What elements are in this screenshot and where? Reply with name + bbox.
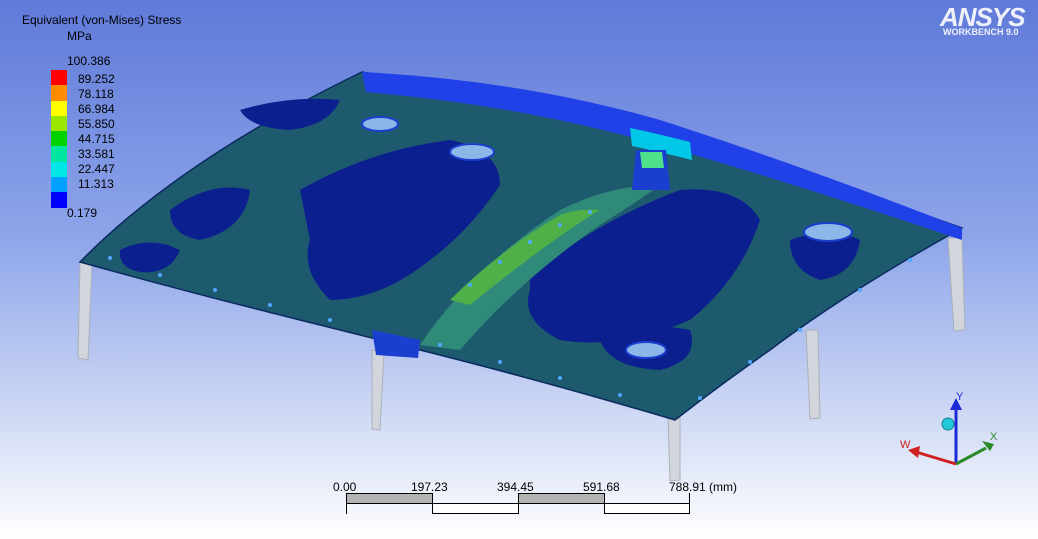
legend-level-label: 11.313 [78, 177, 114, 191]
legend-level-label: 78.118 [78, 87, 114, 101]
axis-triad[interactable]: Y X W [890, 388, 1010, 478]
legend-title: Equivalent (von-Mises) Stress [22, 13, 182, 27]
scale-segment [432, 503, 519, 514]
legend-swatch [51, 85, 67, 101]
scale-ruler [346, 493, 690, 514]
x-axis-arrow [955, 446, 987, 466]
legend-swatch [51, 161, 67, 178]
legend-swatch [51, 70, 67, 86]
x-axis-label: X [990, 431, 998, 443]
scale-tick-label: 197.23 [411, 480, 448, 494]
legend-level-label: 66.984 [78, 102, 115, 116]
legend-level-label: 44.715 [78, 132, 115, 146]
3d-viewport[interactable]: Equivalent (von-Mises) Stress MPa 100.38… [0, 0, 1038, 539]
legend-color-bar [51, 70, 67, 208]
scale-segment [518, 493, 605, 504]
support-post [371, 349, 385, 431]
scale-tick-label: 788.91 (mm) [669, 480, 738, 494]
legend-swatch [51, 100, 67, 116]
legend-level-label: 22.447 [78, 162, 115, 176]
legend-level-label: 89.252 [78, 72, 115, 86]
legend-max-value: 100.386 [67, 54, 111, 68]
scale-segment [346, 493, 433, 504]
bracket-hotspot [640, 152, 664, 168]
legend-min-value: 0.179 [67, 206, 98, 220]
scale-tick-label: 394.45 [497, 480, 534, 494]
legend-swatch [51, 177, 67, 193]
legend-unit: MPa [67, 29, 92, 43]
legend-swatch [51, 146, 67, 162]
support-post [947, 237, 966, 332]
support-post [667, 417, 681, 482]
scale-tick-label: 0.00 [333, 480, 357, 494]
w-axis-label: W [900, 439, 911, 451]
y-axis-label: Y [956, 391, 964, 403]
scale-segment [604, 503, 690, 514]
legend-level-label: 33.581 [78, 147, 115, 161]
legend-level-label: 55.850 [78, 117, 115, 131]
scale-tick-label: 591.68 [583, 480, 620, 494]
product-version: WORKBENCH 9.0 [943, 27, 1019, 37]
support-post [77, 261, 93, 361]
legend-swatch [51, 115, 67, 132]
legend-swatch [51, 192, 67, 208]
isometric-view-ball [941, 417, 955, 431]
hood-stress-model[interactable] [0, 0, 1038, 539]
support-post [805, 329, 821, 420]
z-axis-arrow [915, 450, 957, 466]
legend-swatch [51, 131, 67, 147]
